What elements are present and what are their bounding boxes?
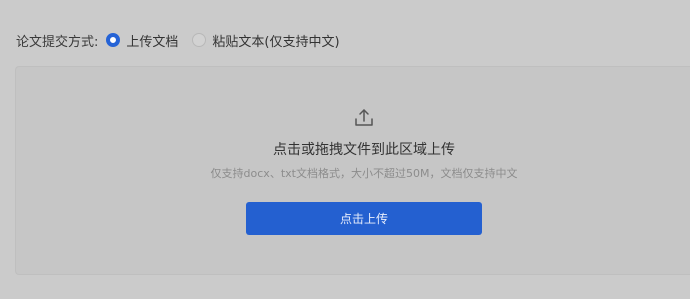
radio-label-paste-text: 粘贴文本(仅支持中文) <box>212 34 340 50</box>
radio-button-paste-text[interactable] <box>192 33 207 47</box>
radio-option-paste-text[interactable]: 粘贴文本(仅支持中文) <box>192 31 340 50</box>
submission-method-label: 论文提交方式: <box>16 34 99 50</box>
radio-option-upload-document[interactable]: 上传文档 <box>106 31 178 50</box>
upload-dropzone[interactable]: 点击或拖拽文件到此区域上传 仅支持docx、txt文档格式，大小不超过50M，文… <box>15 66 690 275</box>
upload-hint: 仅支持docx、txt文档格式，大小不超过50M，文档仅支持中文 <box>210 167 518 180</box>
upload-button[interactable]: 点击上传 <box>246 202 482 235</box>
upload-title: 点击或拖拽文件到此区域上传 <box>273 142 455 158</box>
radio-label-upload-document: 上传文档 <box>126 34 179 50</box>
radio-button-upload-document[interactable] <box>106 33 121 47</box>
upload-icon <box>355 109 373 126</box>
submission-method-row: 论文提交方式: 上传文档 粘贴文本(仅支持中文) <box>16 30 354 50</box>
